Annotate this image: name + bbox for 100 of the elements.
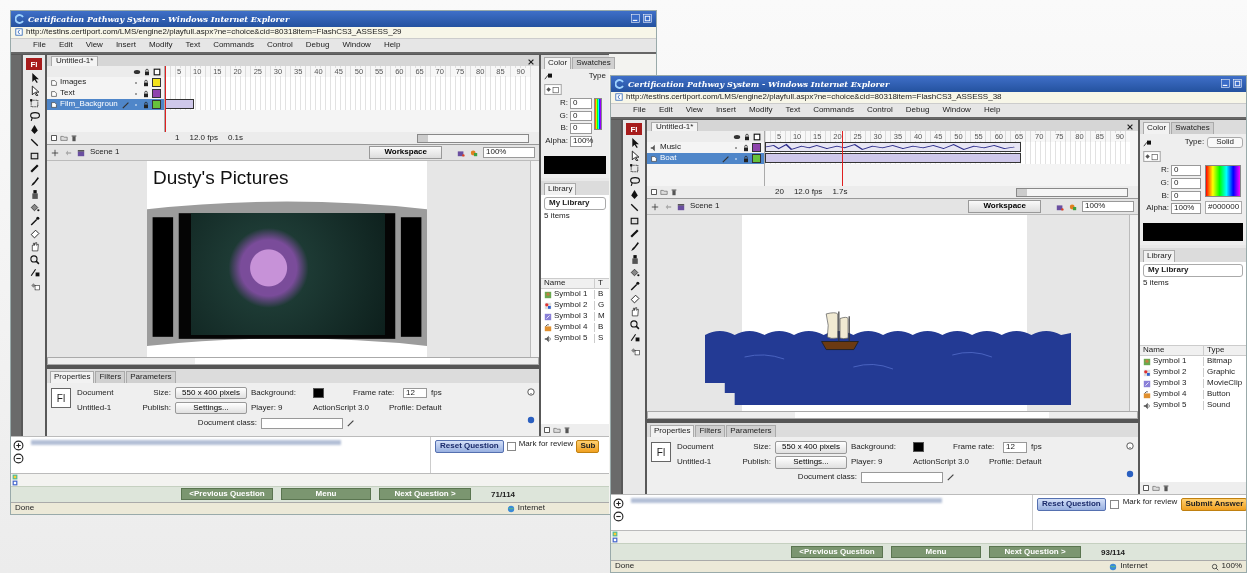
symbol-name[interactable]: Symbol 5 xyxy=(554,334,588,344)
horizontal-scrollbar[interactable] xyxy=(417,133,529,143)
trash-icon[interactable] xyxy=(563,426,571,435)
menu-item[interactable]: File xyxy=(33,40,46,50)
channel-field[interactable]: 100% xyxy=(1171,203,1201,215)
background-color-swatch[interactable] xyxy=(913,442,924,453)
frame-rate-field[interactable]: 12 xyxy=(403,387,427,399)
menu-item[interactable]: Debug xyxy=(905,106,930,115)
lock-icon[interactable] xyxy=(742,143,750,152)
menu-item[interactable]: Commands xyxy=(813,106,855,115)
panel-tab[interactable]: Filters xyxy=(95,371,126,384)
menu-item[interactable]: Commands xyxy=(213,40,255,50)
new-symbol-icon[interactable] xyxy=(1142,484,1150,493)
symbol-name[interactable]: Symbol 1 xyxy=(1153,357,1187,367)
maximize-icon[interactable] xyxy=(643,14,652,24)
zoom-dropdown[interactable]: 100% xyxy=(483,147,535,159)
stroke-color-icon[interactable] xyxy=(1143,138,1151,147)
background-color-swatch[interactable] xyxy=(313,388,324,399)
library-dropdown[interactable]: My Library xyxy=(544,196,606,210)
workspace-button[interactable]: Workspace xyxy=(968,200,1041,214)
zoom-icon[interactable] xyxy=(628,319,640,331)
panel-tab[interactable]: Color xyxy=(544,57,572,70)
lock-icon[interactable] xyxy=(142,78,150,87)
menu-item[interactable]: Edit xyxy=(658,106,673,115)
stroke-color-icon[interactable] xyxy=(544,72,552,81)
zoom-out-icon[interactable] xyxy=(613,511,624,523)
trash-icon[interactable] xyxy=(1162,484,1170,493)
channel-field[interactable]: 100% xyxy=(570,136,592,148)
menu-item[interactable]: Modify xyxy=(148,40,173,50)
frame-span[interactable] xyxy=(765,142,1021,153)
url-text[interactable]: http://testlns.certiport.com/LMS/engine2/playfull.aspx?ne=choice&cid=80318item=FlashCS3_ASSESS_38 xyxy=(626,92,1002,102)
settings-button[interactable]: Settings... xyxy=(775,455,847,469)
help-icon[interactable] xyxy=(1126,442,1134,451)
lock-icon[interactable] xyxy=(142,89,150,98)
maximize-icon[interactable] xyxy=(1233,79,1242,89)
column-header[interactable]: Name xyxy=(1140,346,1204,356)
eraser-icon[interactable] xyxy=(28,228,40,240)
outline-icon[interactable] xyxy=(153,67,161,76)
symbol-name[interactable]: Symbol 1 xyxy=(554,290,588,300)
zoom-icon[interactable] xyxy=(28,254,40,266)
settings-button[interactable]: Settings... xyxy=(175,401,247,415)
menu-item[interactable]: Window xyxy=(942,106,971,115)
panel-tab[interactable]: Parameters xyxy=(126,371,176,384)
menu-item[interactable]: Window xyxy=(342,40,371,50)
paint-bucket-icon[interactable] xyxy=(628,267,640,279)
help-icon[interactable] xyxy=(527,388,535,397)
zoom-in-icon[interactable] xyxy=(613,498,624,510)
outline-icon[interactable] xyxy=(753,132,761,141)
zoom-in-icon[interactable] xyxy=(13,440,24,452)
image-icon[interactable] xyxy=(11,479,19,486)
panel-tab[interactable]: Properties xyxy=(50,371,95,384)
submit-answer-button[interactable]: Submit Answer xyxy=(1181,498,1246,511)
menu-item[interactable]: Insert xyxy=(115,40,136,50)
edit-symbols-icon[interactable] xyxy=(457,148,465,157)
edit-symbols-icon[interactable] xyxy=(1056,202,1064,211)
close-icon[interactable] xyxy=(1126,123,1134,132)
menu-item[interactable]: Text xyxy=(185,40,201,50)
symbol-name[interactable]: Symbol 2 xyxy=(1153,368,1187,378)
stroke-color-icon[interactable] xyxy=(28,267,40,279)
hex-field[interactable]: #000000 xyxy=(1205,200,1243,214)
line-icon[interactable] xyxy=(28,137,40,149)
menu-item[interactable]: Help xyxy=(383,40,401,50)
info-icon[interactable] xyxy=(527,416,535,425)
zoom-dropdown[interactable]: 100% xyxy=(1082,201,1134,213)
layer-row[interactable]: Film_Backgroun xyxy=(47,99,165,111)
eyedropper-icon[interactable] xyxy=(628,280,640,292)
checkbox-label[interactable]: Mark for review xyxy=(518,440,574,449)
color-spectrum[interactable] xyxy=(1205,164,1241,197)
frame-span[interactable] xyxy=(765,153,1021,164)
submit-answer-button[interactable]: Sub xyxy=(576,440,600,453)
lasso-icon[interactable] xyxy=(28,111,40,123)
fill-color-icon[interactable] xyxy=(544,83,562,95)
reset-question-button[interactable]: Reset Question xyxy=(1037,498,1106,511)
horizontal-scrollbar[interactable] xyxy=(647,411,1138,420)
pen-icon[interactable] xyxy=(628,189,640,201)
menu-item[interactable]: Edit xyxy=(58,40,73,50)
eye-icon[interactable] xyxy=(733,132,741,141)
document-class-field[interactable] xyxy=(261,417,343,429)
eraser-icon[interactable] xyxy=(628,293,640,305)
url-text[interactable]: http://testlns.certiport.com/LMS/engine2/playfull.aspx?ne=choice&cid=80318item=FlashCS3_ASSESS_29 xyxy=(26,27,402,37)
menu-item[interactable]: Help xyxy=(983,106,1001,115)
shapes-icon[interactable] xyxy=(470,148,478,157)
symbol-name[interactable]: Symbol 4 xyxy=(554,323,588,333)
trash-icon[interactable] xyxy=(70,134,78,143)
close-icon[interactable] xyxy=(527,58,535,67)
menu-item[interactable]: View xyxy=(685,106,703,115)
horizontal-scrollbar[interactable] xyxy=(1016,187,1128,197)
column-header[interactable]: Name xyxy=(541,279,595,289)
frame-rate-field[interactable]: 12 xyxy=(1003,441,1027,453)
symbol-name[interactable]: Symbol 3 xyxy=(554,312,588,322)
paint-bucket-icon[interactable] xyxy=(28,202,40,214)
symbol-name[interactable]: Symbol 3 xyxy=(1153,379,1187,389)
new-layer-icon[interactable] xyxy=(650,188,658,197)
channel-field[interactable]: 0 xyxy=(1171,164,1201,176)
new-symbol-icon[interactable] xyxy=(543,426,551,435)
line-icon[interactable] xyxy=(628,202,640,214)
vertical-scrollbar[interactable] xyxy=(530,161,539,358)
panel-tab[interactable]: Color xyxy=(1143,122,1171,135)
minimize-icon[interactable] xyxy=(631,14,640,24)
layer-row[interactable]: Boat xyxy=(647,153,765,165)
